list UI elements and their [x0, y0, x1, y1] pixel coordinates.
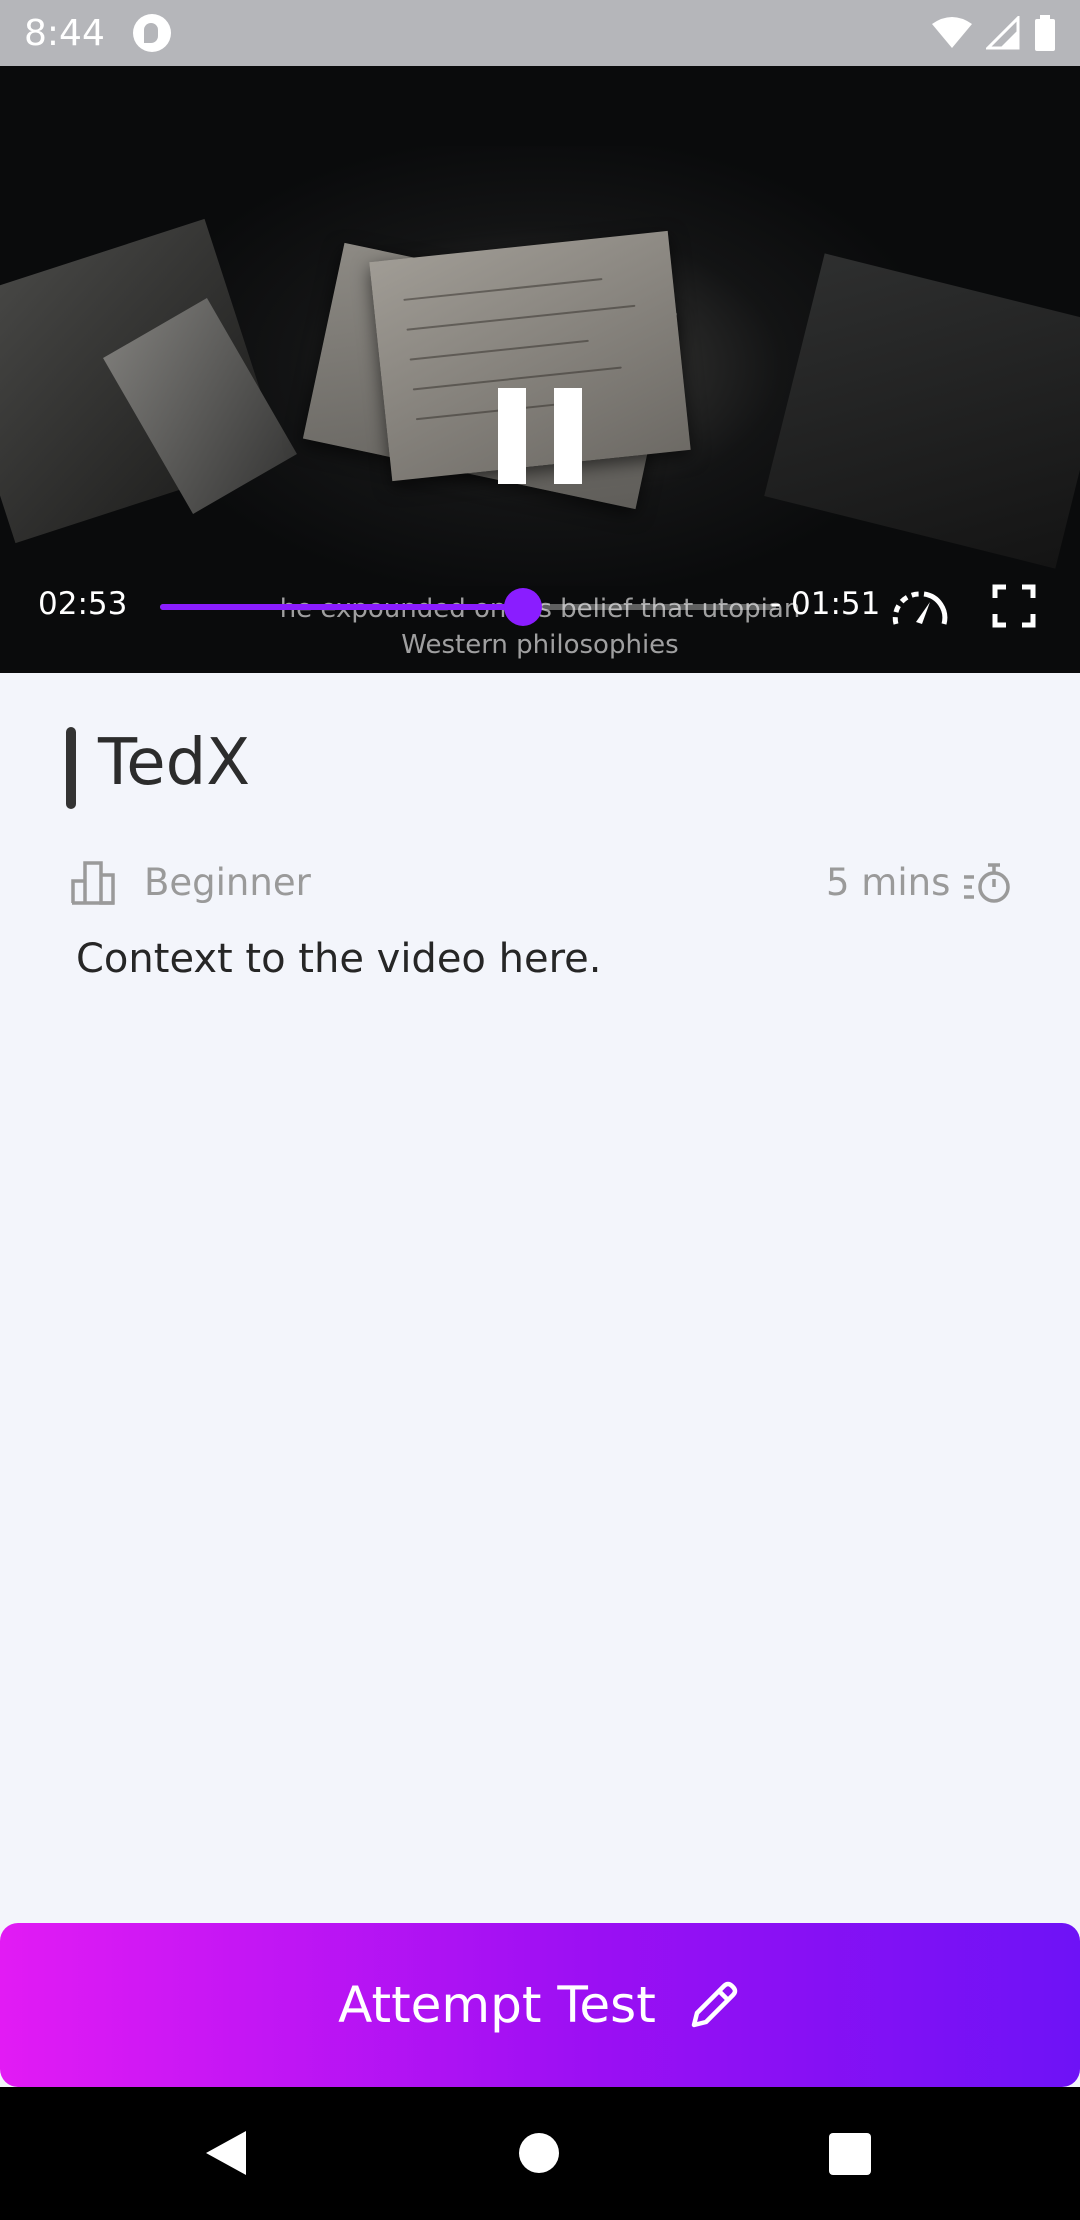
fullscreen-icon[interactable]: [992, 584, 1036, 628]
attempt-test-label: Attempt Test: [338, 1976, 656, 2034]
recents-icon[interactable]: [829, 2133, 871, 2175]
pause-icon: [554, 388, 582, 484]
timer-icon: [964, 863, 1010, 903]
pause-button[interactable]: [498, 388, 582, 484]
video-controls: 02:53 - 01:51: [0, 572, 1080, 642]
pencil-icon: [691, 1981, 738, 2028]
seek-bar[interactable]: [160, 588, 776, 626]
video-title: TedX: [98, 726, 251, 800]
seek-thumb[interactable]: [504, 588, 543, 626]
meta-row: Beginner 5 mins: [0, 855, 1080, 911]
status-time: 8:44: [24, 12, 105, 54]
title-accent-bar: [66, 727, 76, 809]
duration-label: 5 mins: [826, 861, 951, 904]
back-icon[interactable]: [204, 2129, 248, 2177]
level-bar-chart-icon: [71, 861, 115, 905]
elapsed-time: 02:53: [38, 586, 128, 622]
status-icons: [932, 15, 1056, 51]
status-bar: 8:44: [0, 0, 1080, 66]
pause-icon: [498, 388, 526, 484]
remaining-time: - 01:51: [770, 586, 881, 622]
battery-icon: [1035, 15, 1055, 51]
system-navigation-bar: [0, 2087, 1080, 2220]
difficulty-level: Beginner: [144, 861, 311, 904]
seek-bar-progress: [160, 604, 524, 610]
attempt-test-button[interactable]: Attempt Test: [0, 1923, 1080, 2087]
cell-signal-icon: [986, 16, 1020, 50]
playback-speed-icon[interactable]: [890, 580, 948, 630]
home-icon[interactable]: [519, 2133, 559, 2173]
app-notification-icon: [132, 14, 171, 52]
video-description: Context to the video here.: [76, 936, 602, 982]
wifi-icon: [932, 17, 972, 48]
